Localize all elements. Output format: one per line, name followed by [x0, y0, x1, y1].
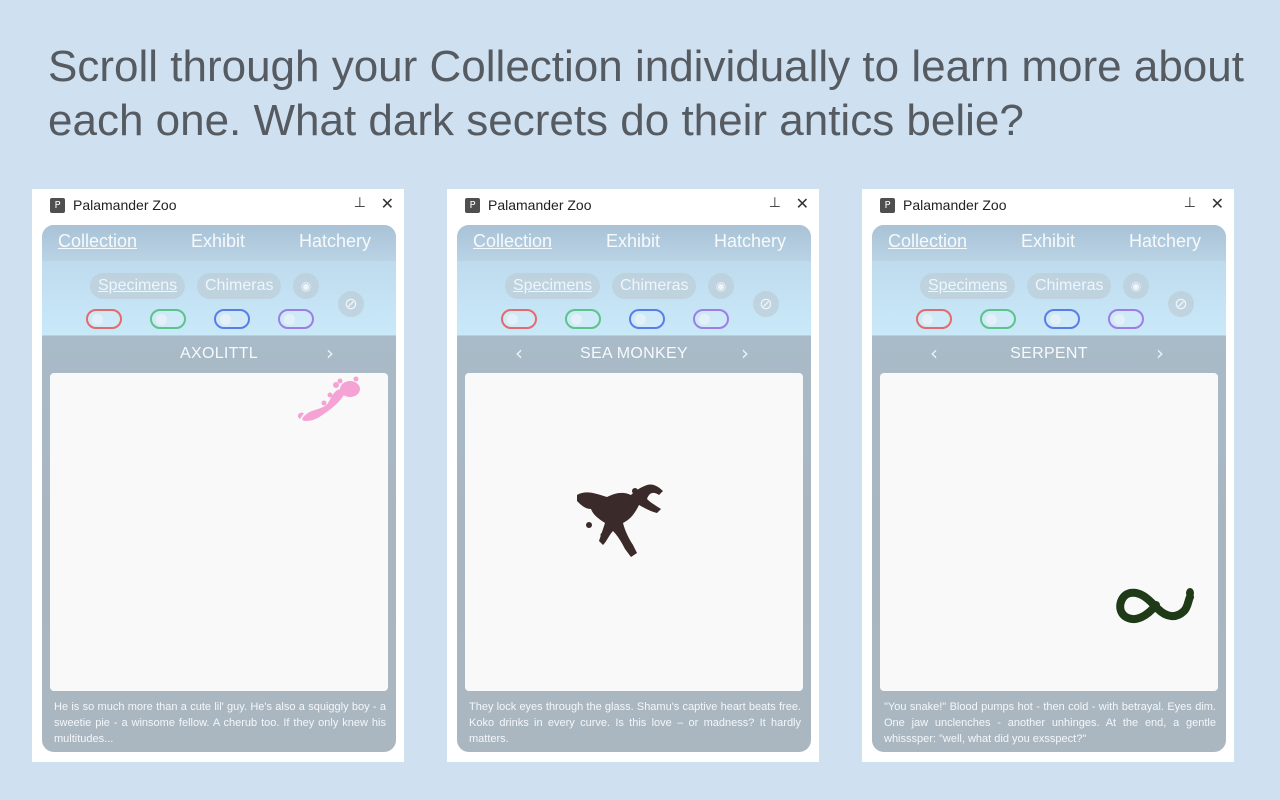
- creature-tank: [880, 373, 1218, 691]
- toggle-blue[interactable]: [214, 309, 250, 329]
- tab-exhibit[interactable]: Exhibit: [1021, 231, 1075, 252]
- creature-description: They lock eyes through the glass. Shamu'…: [469, 701, 801, 745]
- sea-monkey-creature: [577, 484, 663, 557]
- zoo-panel: Collection Exhibit Hatchery Specimens Ch…: [872, 225, 1226, 752]
- filter-specimens[interactable]: Specimens: [505, 273, 601, 299]
- toggle-purple[interactable]: [1108, 309, 1144, 329]
- tab-exhibit[interactable]: Exhibit: [606, 231, 660, 252]
- pin-icon[interactable]: ⊥: [769, 195, 781, 211]
- close-icon[interactable]: ✕: [1211, 194, 1224, 213]
- tab-hatchery[interactable]: Hatchery: [714, 231, 786, 252]
- close-icon[interactable]: ✕: [796, 194, 809, 213]
- serpent-creature: [1116, 588, 1194, 624]
- toggle-red[interactable]: [916, 309, 952, 329]
- species-nav: ‹ SERPENT ›: [872, 335, 1226, 373]
- tab-collection[interactable]: Collection: [58, 231, 137, 252]
- toggle-green[interactable]: [980, 309, 1016, 329]
- title-bar[interactable]: P Palamander Zoo ⊥ ✕: [862, 189, 1234, 223]
- title-bar[interactable]: P Palamander Zoo ⊥ ✕: [32, 189, 404, 223]
- title-bar[interactable]: P Palamander Zoo ⊥ ✕: [447, 189, 819, 223]
- tab-collection[interactable]: Collection: [888, 231, 967, 252]
- zoo-window-sea-monkey: P Palamander Zoo ⊥ ✕ Collection Exhibit …: [447, 189, 819, 762]
- species-name: AXOLITTL: [180, 345, 258, 362]
- creature-tank: [465, 373, 803, 691]
- axolotl-creature: [297, 376, 360, 421]
- eye-icon[interactable]: ◉: [293, 273, 319, 299]
- eye-icon[interactable]: ◉: [1123, 273, 1149, 299]
- next-arrow-icon[interactable]: ›: [1156, 341, 1164, 365]
- filter-area: Specimens Chimeras ◉ ⊘: [872, 261, 1226, 335]
- zoo-panel: Collection Exhibit Hatchery Specimens Ch…: [457, 225, 811, 752]
- toggle-green[interactable]: [150, 309, 186, 329]
- tab-exhibit[interactable]: Exhibit: [191, 231, 245, 252]
- species-nav: ‹ SEA MONKEY ›: [457, 335, 811, 373]
- ban-icon[interactable]: ⊘: [338, 291, 364, 317]
- toggle-purple[interactable]: [278, 309, 314, 329]
- app-icon: P: [465, 198, 480, 213]
- species-nav: AXOLITTL ›: [42, 335, 396, 373]
- app-icon: P: [880, 198, 895, 213]
- filter-specimens[interactable]: Specimens: [90, 273, 186, 299]
- ban-icon[interactable]: ⊘: [753, 291, 779, 317]
- filter-chimeras[interactable]: Chimeras: [1027, 273, 1112, 299]
- pin-icon[interactable]: ⊥: [354, 195, 366, 211]
- zoo-window-axolittl: P Palamander Zoo ⊥ ✕ Collection Exhibit …: [32, 189, 404, 762]
- window-title: Palamander Zoo: [903, 197, 1007, 213]
- creature-tank: [50, 373, 388, 691]
- species-name: SERPENT: [1010, 345, 1088, 362]
- app-icon: P: [50, 198, 65, 213]
- nav-bar: Collection Exhibit Hatchery: [457, 225, 811, 261]
- zoo-panel: Collection Exhibit Hatchery Specimens Ch…: [42, 225, 396, 752]
- close-icon[interactable]: ✕: [381, 194, 394, 213]
- ban-icon[interactable]: ⊘: [1168, 291, 1194, 317]
- next-arrow-icon[interactable]: ›: [326, 341, 334, 365]
- creature-description: He is so much more than a cute lil' guy.…: [54, 701, 386, 745]
- species-name: SEA MONKEY: [580, 345, 688, 362]
- zoo-window-serpent: P Palamander Zoo ⊥ ✕ Collection Exhibit …: [862, 189, 1234, 762]
- headline: Scroll through your Collection individua…: [48, 42, 1244, 145]
- filter-area: Specimens Chimeras ◉ ⊘: [457, 261, 811, 335]
- window-title: Palamander Zoo: [73, 197, 177, 213]
- filter-chimeras[interactable]: Chimeras: [612, 273, 697, 299]
- filter-chimeras[interactable]: Chimeras: [197, 273, 282, 299]
- eye-icon[interactable]: ◉: [708, 273, 734, 299]
- toggle-red[interactable]: [86, 309, 122, 329]
- tab-collection[interactable]: Collection: [473, 231, 552, 252]
- next-arrow-icon[interactable]: ›: [741, 341, 749, 365]
- toggle-purple[interactable]: [693, 309, 729, 329]
- toggle-blue[interactable]: [1044, 309, 1080, 329]
- tab-hatchery[interactable]: Hatchery: [1129, 231, 1201, 252]
- toggle-red[interactable]: [501, 309, 537, 329]
- filter-specimens[interactable]: Specimens: [920, 273, 1016, 299]
- tab-hatchery[interactable]: Hatchery: [299, 231, 371, 252]
- toggle-green[interactable]: [565, 309, 601, 329]
- nav-bar: Collection Exhibit Hatchery: [42, 225, 396, 261]
- nav-bar: Collection Exhibit Hatchery: [872, 225, 1226, 261]
- creature-description: "You snake!" Blood pumps hot - then cold…: [884, 701, 1216, 745]
- pin-icon[interactable]: ⊥: [1184, 195, 1196, 211]
- filter-area: Specimens Chimeras ◉ ⊘: [42, 261, 396, 335]
- toggle-blue[interactable]: [629, 309, 665, 329]
- window-title: Palamander Zoo: [488, 197, 592, 213]
